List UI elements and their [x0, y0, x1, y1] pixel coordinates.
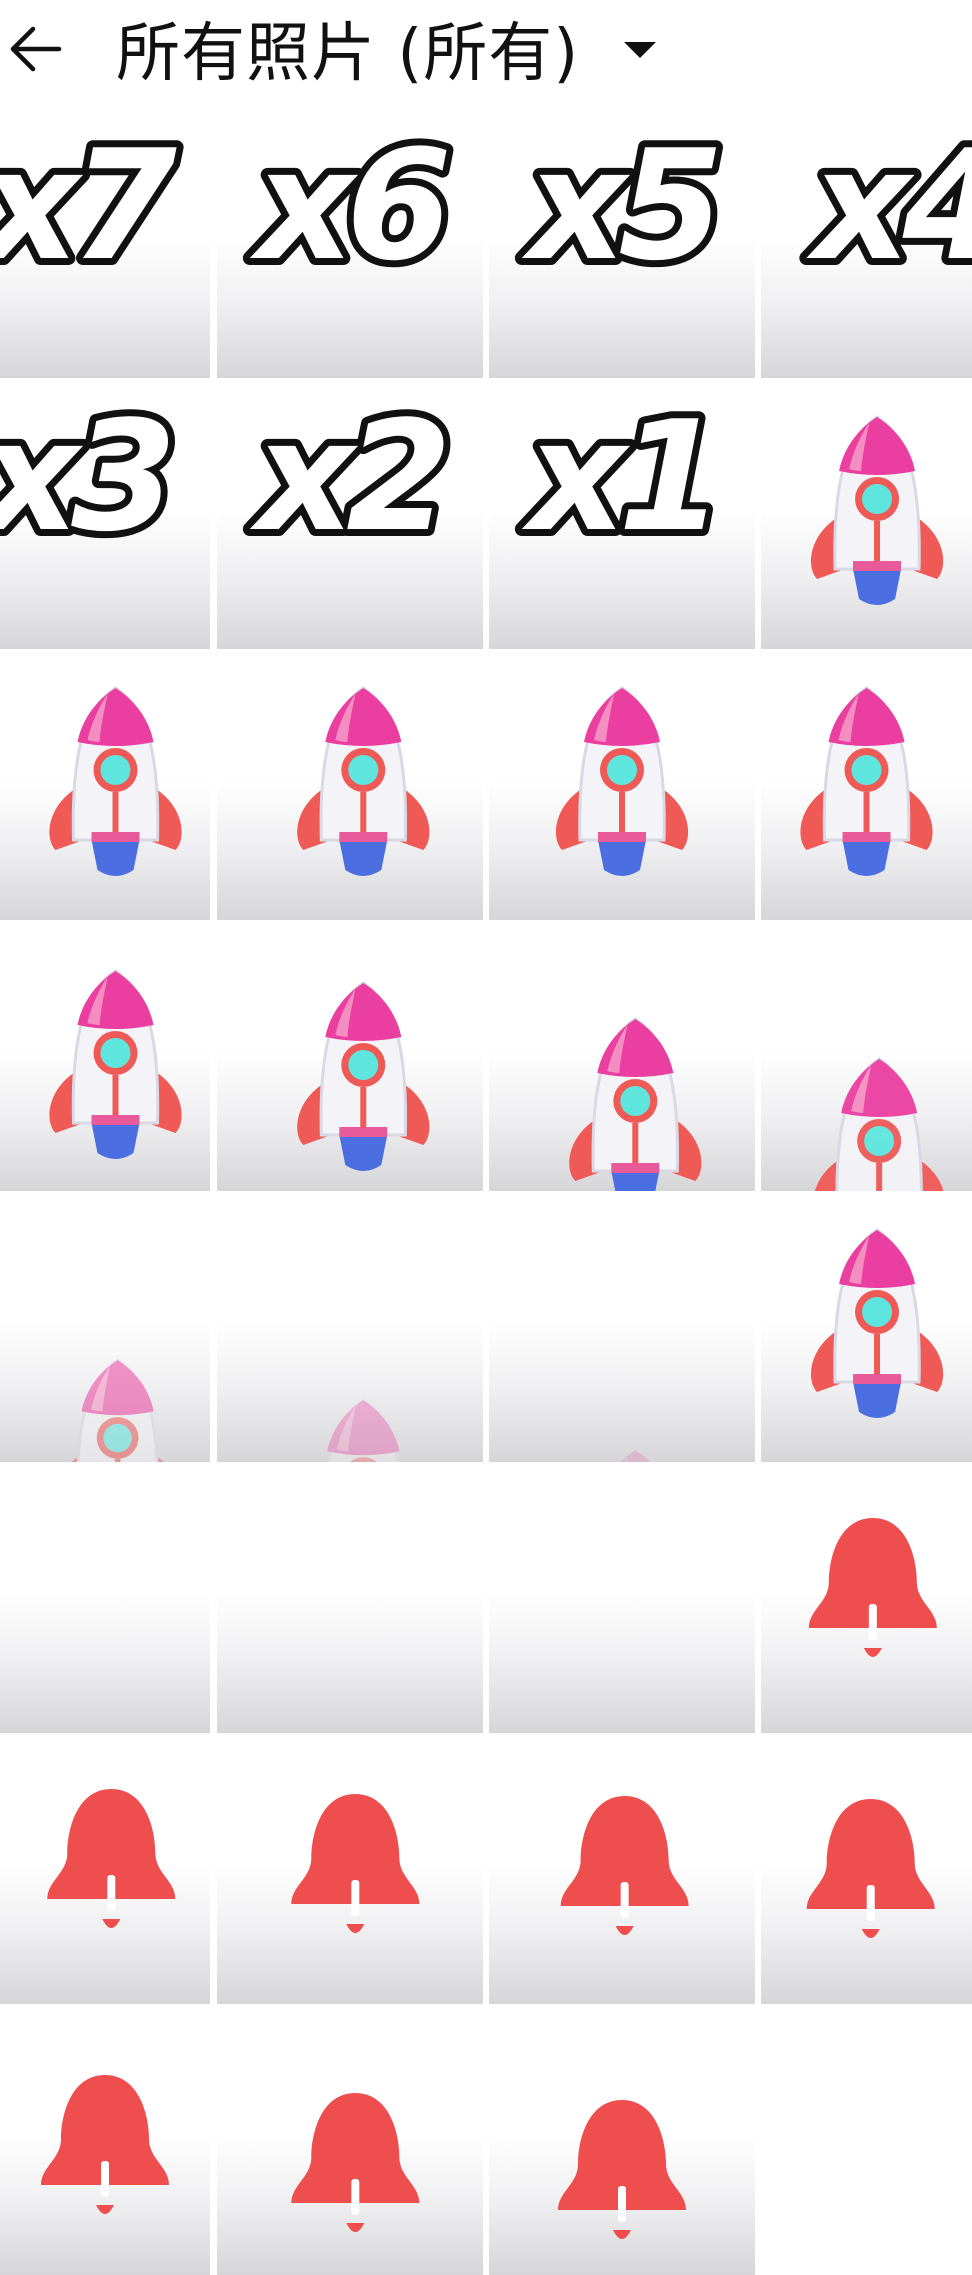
rocket-image	[810, 1228, 944, 1418]
photo-thumbnail[interactable]	[489, 2005, 755, 2275]
photo-thumbnail[interactable]	[217, 2005, 483, 2275]
photo-thumbnail[interactable]	[489, 1734, 755, 2004]
photo-thumbnail[interactable]	[0, 1463, 210, 1733]
photo-thumbnail[interactable]	[489, 1463, 755, 1733]
photo-thumbnail[interactable]: x5	[489, 108, 755, 378]
album-title[interactable]: 所有照片 (所有)	[116, 8, 579, 91]
bell-rocket-image	[41, 2075, 169, 2214]
multiplier-label: x7	[0, 117, 177, 294]
photo-thumbnail[interactable]	[217, 650, 483, 920]
bell-rocket-image	[291, 2093, 420, 2232]
photo-thumbnail[interactable]: x2	[217, 379, 483, 649]
photo-thumbnail[interactable]	[761, 1463, 972, 1733]
photo-thumbnail[interactable]	[217, 1734, 483, 2004]
photo-thumbnail[interactable]	[217, 1192, 483, 1462]
multiplier-label: x6	[249, 117, 447, 294]
back-button[interactable]	[0, 14, 70, 84]
photo-thumbnail[interactable]	[0, 650, 210, 920]
album-dropdown-button[interactable]	[620, 30, 660, 70]
app-header: 所有照片 (所有)	[0, 0, 972, 108]
rocket-image	[49, 686, 182, 876]
bell-rocket-image	[47, 1789, 176, 1928]
rocket-image	[555, 686, 689, 876]
photo-grid: x7 x6 x5 x4 x3 x2 x1	[0, 108, 972, 2275]
rocket-image	[810, 415, 944, 605]
photo-thumbnail[interactable]: x6	[217, 108, 483, 378]
multiplier-label: x3	[0, 388, 169, 565]
photo-thumbnail[interactable]	[217, 1463, 483, 1733]
photo-thumbnail[interactable]	[489, 921, 755, 1191]
photo-thumbnail[interactable]	[489, 650, 755, 920]
rocket-image	[569, 1017, 702, 1191]
photo-thumbnail[interactable]: x4	[761, 108, 972, 378]
rocket-image	[326, 1398, 400, 1462]
multiplier-label: x1	[521, 388, 716, 565]
bell-rocket-image	[806, 1799, 935, 1938]
photo-thumbnail[interactable]: x3	[0, 379, 210, 649]
rocket-image	[814, 1057, 944, 1191]
photo-thumbnail[interactable]	[489, 1192, 755, 1462]
rocket-image	[71, 1358, 164, 1462]
multiplier-label: x2	[249, 388, 444, 565]
rocket-image	[800, 686, 933, 876]
photo-thumbnail[interactable]: x7	[0, 108, 210, 378]
bell-rocket-image	[291, 1794, 420, 1933]
photo-thumbnail[interactable]	[0, 2005, 210, 2275]
multiplier-label: x4	[806, 117, 972, 294]
caret-down-icon	[624, 42, 656, 58]
rocket-image	[619, 1448, 651, 1462]
photo-thumbnail[interactable]	[761, 921, 972, 1191]
photo-thumbnail[interactable]	[217, 921, 483, 1191]
photo-thumbnail[interactable]	[761, 650, 972, 920]
rocket-image	[297, 981, 430, 1171]
photo-thumbnail[interactable]	[0, 921, 210, 1191]
multiplier-label: x5	[521, 117, 716, 294]
photo-thumbnail[interactable]	[761, 379, 972, 649]
bell-rocket-image	[560, 1796, 689, 1935]
photo-thumbnail[interactable]	[0, 1192, 210, 1462]
rocket-image	[297, 686, 430, 876]
photo-thumbnail[interactable]: x1	[489, 379, 755, 649]
photo-thumbnail[interactable]	[0, 1734, 210, 2004]
bell-rocket-image	[558, 2100, 686, 2239]
bell-rocket-image	[808, 1518, 937, 1657]
arrow-left-icon	[10, 26, 62, 72]
photo-thumbnail[interactable]	[761, 1192, 972, 1462]
photo-thumbnail[interactable]	[761, 1734, 972, 2004]
rocket-image	[49, 969, 182, 1159]
